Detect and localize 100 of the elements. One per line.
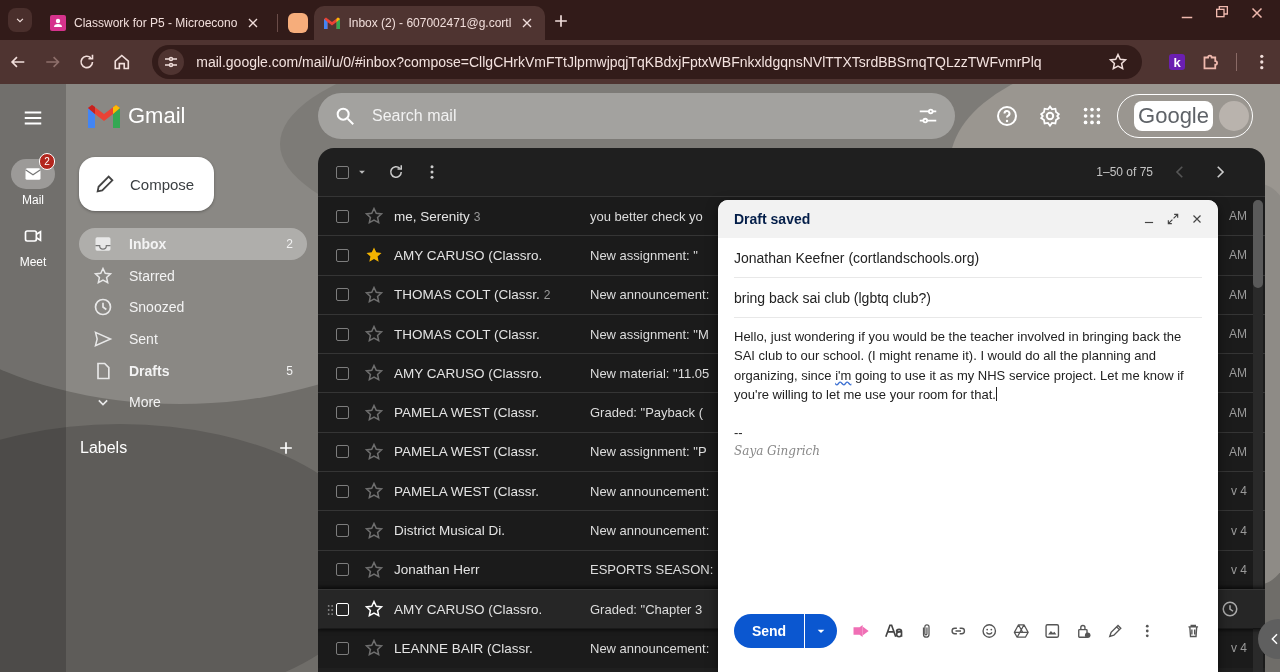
rail-item[interactable]: Meet bbox=[9, 215, 57, 269]
star-icon[interactable] bbox=[364, 402, 384, 423]
row-checkbox[interactable] bbox=[336, 524, 349, 537]
search-icon[interactable] bbox=[334, 105, 356, 127]
sender-name: AMY CARUSO (Classro. bbox=[394, 247, 544, 263]
star-icon[interactable] bbox=[364, 520, 384, 541]
sender-name: me, Serenity 3 bbox=[394, 208, 482, 224]
address-bar[interactable]: mail.google.com/mail/u/0/#inbox?compose=CllgCHrkVmFTtJlpmwjpqjTqKBdxjFptxWBFnkxldgqnsNVlTTXTsrdBBSrnqTQLzzTWFvmrPlq bbox=[152, 45, 1143, 79]
scrollbar[interactable] bbox=[1253, 200, 1263, 672]
email-date: AM bbox=[1229, 287, 1247, 302]
email-date: AM bbox=[1229, 405, 1247, 420]
gmail-logo-icon bbox=[88, 104, 120, 128]
email-subject: New assignment: "P bbox=[590, 444, 707, 460]
row-checkbox[interactable] bbox=[336, 406, 349, 420]
sender-name: AMY CARUSO (Classro. bbox=[394, 601, 544, 617]
row-checkbox[interactable] bbox=[336, 641, 349, 655]
email-subject: New assignment: "M bbox=[590, 326, 709, 342]
send-options-button[interactable] bbox=[804, 614, 837, 648]
email-date: v 4 bbox=[1231, 523, 1247, 538]
email-date: v 4 bbox=[1231, 562, 1247, 577]
signature: Saya Gingrich bbox=[734, 443, 821, 461]
star-icon[interactable] bbox=[364, 284, 384, 305]
help-icon[interactable] bbox=[995, 104, 1019, 128]
star-icon[interactable] bbox=[364, 599, 384, 620]
send-button[interactable]: Send bbox=[734, 614, 804, 648]
sender-name: THOMAS COLT (Classr. bbox=[394, 326, 541, 342]
email-subject: New announcement: bbox=[590, 287, 710, 303]
subject-field[interactable]: bring back sai club (lgbtq club?) bbox=[734, 278, 1202, 318]
sender-name: Jonathan Herr bbox=[394, 562, 481, 578]
classroom-icon bbox=[50, 15, 66, 31]
tab-title: Classwork for P5 - Microecono bbox=[74, 16, 238, 30]
sender-name: LEANNE BAIR (Classr. bbox=[394, 640, 534, 656]
tab-title: Inbox (2) - 607002471@g.cortl bbox=[348, 16, 512, 30]
email-subject: New announcement: bbox=[590, 483, 710, 499]
sender-name: PAMELA WEST (Classr. bbox=[394, 444, 541, 460]
star-icon[interactable] bbox=[364, 324, 384, 345]
pencil-icon bbox=[94, 173, 116, 195]
star-icon[interactable] bbox=[364, 559, 384, 580]
email-date: AM bbox=[1229, 327, 1247, 342]
emoji-icon[interactable] bbox=[981, 621, 998, 641]
text-format-icon[interactable] bbox=[885, 621, 904, 641]
row-checkbox[interactable] bbox=[336, 327, 349, 341]
browser-tab[interactable]: Classwork for P5 - Microecono bbox=[40, 6, 272, 40]
star-icon[interactable] bbox=[364, 481, 384, 502]
email-subject: New material: "11.05 bbox=[590, 365, 710, 381]
star-icon[interactable] bbox=[364, 441, 384, 462]
row-checkbox[interactable] bbox=[336, 366, 349, 380]
text-cursor bbox=[995, 386, 997, 401]
row-checkbox[interactable] bbox=[336, 288, 349, 302]
email-date: AM bbox=[1229, 366, 1247, 381]
search-field[interactable]: Search mail bbox=[318, 93, 955, 139]
email-date: v 4 bbox=[1231, 484, 1247, 499]
email-subject: New announcement: bbox=[590, 640, 710, 656]
labels-heading: Labels bbox=[80, 439, 128, 458]
extension-icon[interactable]: k bbox=[1169, 54, 1185, 70]
sender-name: PAMELA WEST (Classr. bbox=[394, 483, 541, 499]
email-subject: New announcement: bbox=[590, 523, 710, 538]
compose-button[interactable]: Compose bbox=[79, 157, 214, 211]
expand-icon[interactable] bbox=[1166, 212, 1180, 226]
row-checkbox[interactable] bbox=[336, 248, 349, 262]
row-checkbox[interactable] bbox=[336, 484, 349, 498]
refresh-icon[interactable] bbox=[387, 163, 405, 181]
page-range: 1–50 of 75 bbox=[1096, 165, 1153, 179]
email-subject: you better check yo bbox=[590, 208, 703, 224]
settings-icon[interactable] bbox=[1038, 104, 1062, 128]
star-icon bbox=[93, 265, 113, 286]
email-subject: Graded: "Payback ( bbox=[590, 405, 703, 421]
restore-icon[interactable] bbox=[1214, 4, 1230, 20]
email-subject: Graded: "Chapter 3 bbox=[590, 601, 703, 617]
row-checkbox[interactable] bbox=[336, 445, 349, 459]
snooze-clock-icon[interactable] bbox=[1221, 600, 1239, 619]
url-text: mail.google.com/mail/u/0/#inbox?compose=CllgCHrkVmFTtJlpmwjpqjTqKBdxjFptxWBFnkxldgqnsNVlTTXTsrdBBSrnqTQLzzTWFvmrPlq bbox=[196, 54, 1043, 70]
email-date: v 4 bbox=[1231, 641, 1247, 656]
email-date: AM bbox=[1229, 444, 1247, 459]
email-date: AM bbox=[1229, 248, 1247, 263]
compose-title: Draft saved bbox=[734, 211, 812, 227]
star-icon[interactable] bbox=[364, 363, 384, 384]
star-icon[interactable] bbox=[364, 638, 384, 659]
gmail-icon bbox=[324, 17, 341, 29]
email-date: AM bbox=[1229, 209, 1247, 224]
app-name: Gmail bbox=[128, 103, 186, 129]
account-label: Google bbox=[1134, 101, 1213, 131]
sender-name: PAMELA WEST (Classr. bbox=[394, 405, 541, 421]
row-checkbox[interactable] bbox=[336, 209, 349, 223]
clock-icon bbox=[93, 297, 113, 318]
sender-name: District Musical Di. bbox=[394, 523, 506, 538]
home-icon[interactable] bbox=[111, 52, 132, 72]
bookmark-star-icon[interactable] bbox=[1108, 52, 1129, 72]
photo-icon[interactable] bbox=[1044, 621, 1061, 641]
recipient-field[interactable]: Jonathan Keefner (cortlandschools.org) bbox=[734, 238, 1202, 278]
search-input[interactable]: Search mail bbox=[370, 106, 903, 126]
sender-name: THOMAS COLT (Classr. 2 bbox=[394, 287, 552, 303]
tab-group-chip[interactable] bbox=[288, 13, 309, 33]
drive-icon[interactable] bbox=[1012, 621, 1030, 641]
row-checkbox[interactable] bbox=[336, 563, 349, 577]
tab-search-button[interactable] bbox=[8, 8, 32, 32]
star-icon[interactable] bbox=[364, 206, 384, 227]
apps-icon[interactable] bbox=[1081, 105, 1103, 127]
browser-tab[interactable]: Inbox (2) - 607002471@g.cortl bbox=[314, 6, 546, 40]
email-subject: New assignment: " bbox=[590, 247, 698, 263]
